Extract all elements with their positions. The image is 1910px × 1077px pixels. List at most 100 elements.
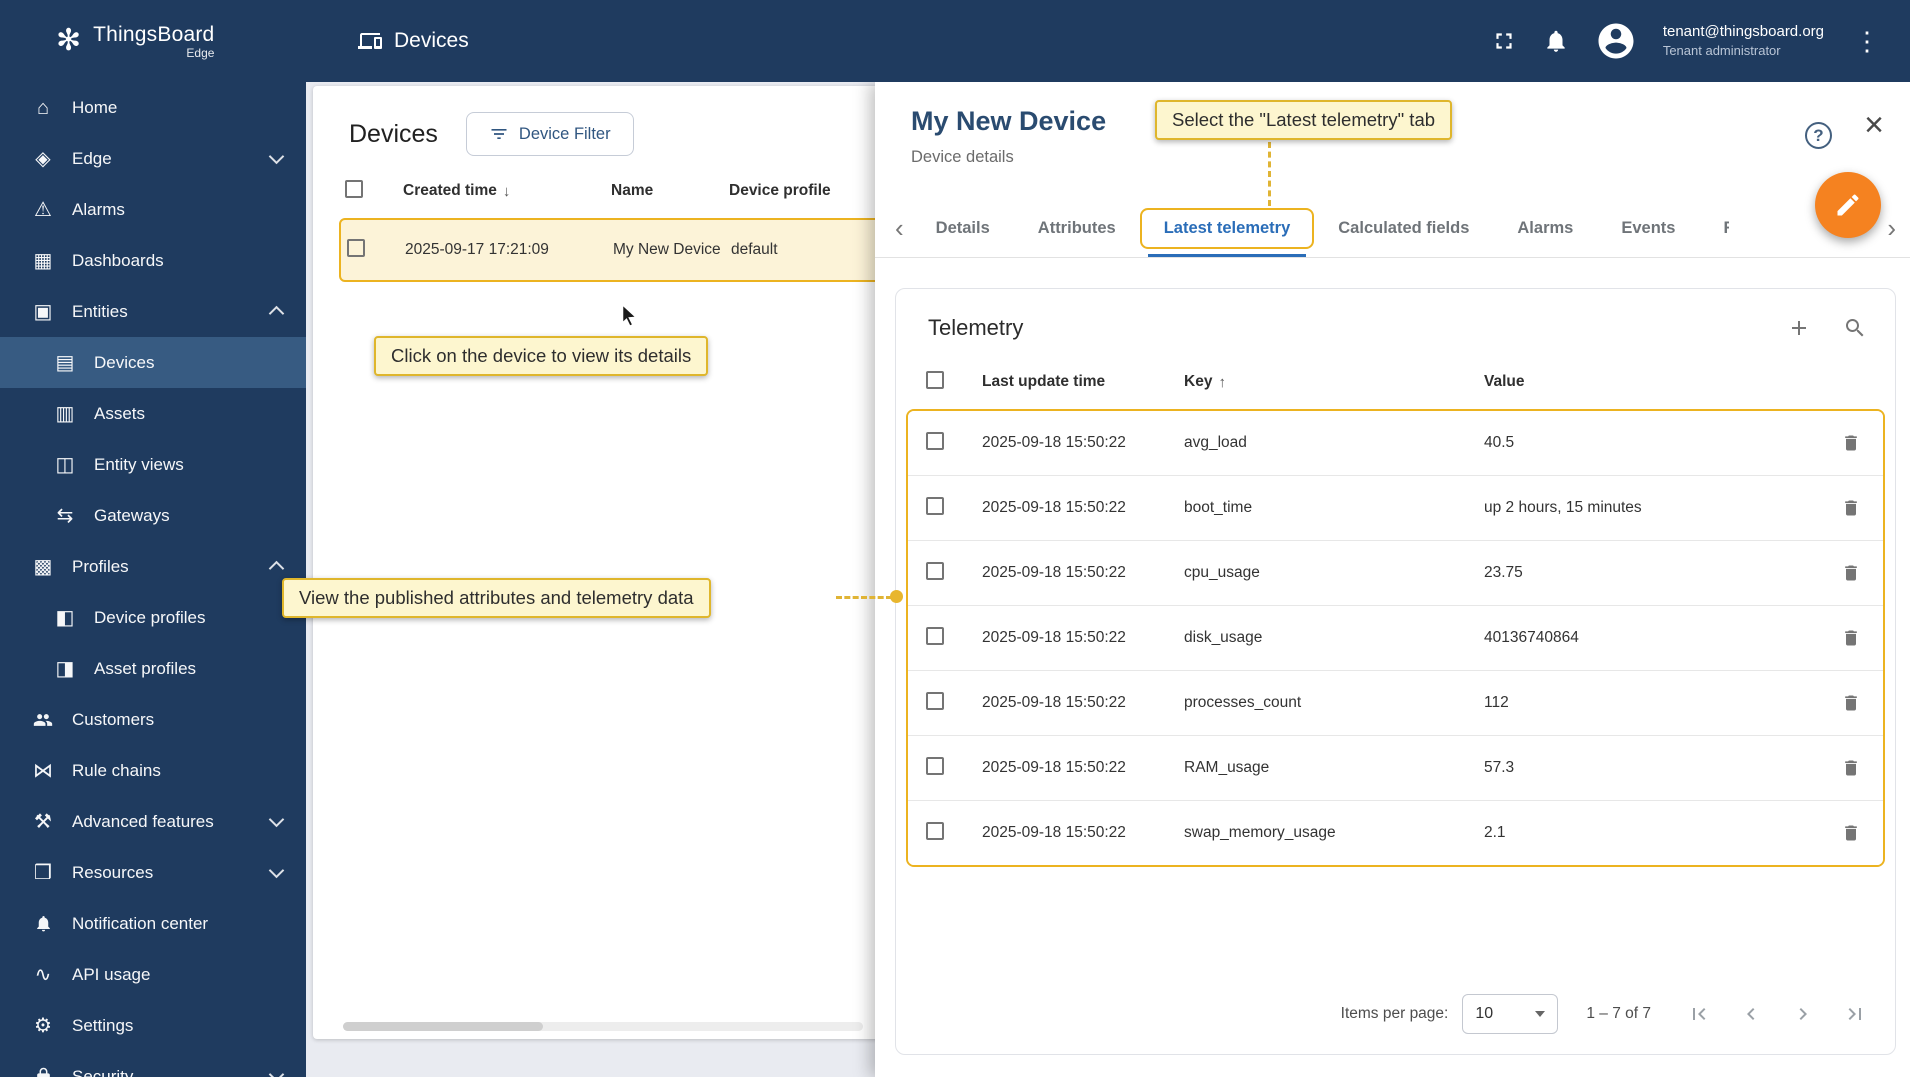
telemetry-key: swap_memory_usage [1184, 824, 1336, 841]
delete-button[interactable] [1837, 819, 1865, 847]
sidebar-item-customers[interactable]: Customers [0, 694, 306, 745]
tabs-forward-chevron-icon[interactable]: › [1879, 200, 1904, 257]
sidebar-item-asset-profiles[interactable]: ◨ Asset profiles [0, 643, 306, 694]
delete-button[interactable] [1837, 754, 1865, 782]
kebab-menu-icon[interactable]: ⋮ [1850, 26, 1884, 57]
sidebar-item-home[interactable]: ⌂ Home [0, 82, 306, 133]
telemetry-last-update: 2025-09-18 15:50:22 [982, 564, 1126, 581]
sidebar-item-resources[interactable]: ❒ Resources [0, 847, 306, 898]
sidebar-item-label: Home [72, 97, 118, 117]
sidebar-item-advanced-features[interactable]: ⚒ Advanced features [0, 796, 306, 847]
telemetry-last-update: 2025-09-18 15:50:22 [982, 434, 1126, 451]
last-page-icon [1848, 1008, 1861, 1020]
telemetry-last-update: 2025-09-18 15:50:22 [982, 629, 1126, 646]
sidebar-item-edge[interactable]: ◈ Edge [0, 133, 306, 184]
telemetry-row[interactable]: 2025-09-18 15:50:22 boot_time up 2 hours… [908, 476, 1883, 541]
select-all-checkbox[interactable] [926, 370, 944, 389]
sidebar-item-notification-center[interactable]: Notification center [0, 898, 306, 949]
tab-latest-telemetry[interactable]: Latest telemetry [1139, 208, 1315, 249]
row-checkbox[interactable] [926, 496, 944, 515]
column-last-update-time[interactable]: Last update time [982, 373, 1184, 391]
telemetry-row[interactable]: 2025-09-18 15:50:22 disk_usage 401367408… [908, 606, 1883, 671]
telemetry-key: RAM_usage [1184, 759, 1270, 776]
close-icon[interactable]: × [1864, 108, 1884, 142]
device-filter-label: Device Filter [518, 124, 611, 143]
select-all-checkbox[interactable] [345, 179, 363, 198]
help-button[interactable]: ? [1805, 122, 1832, 149]
user-avatar-button[interactable] [1595, 20, 1637, 62]
callout-connector-horizontal [836, 596, 892, 599]
horizontal-scrollbar[interactable] [343, 1022, 863, 1031]
column-label: Key [1184, 373, 1213, 390]
sidebar-item-gateways[interactable]: ⇆ Gateways [0, 490, 306, 541]
column-name[interactable]: Name [611, 182, 729, 200]
telemetry-row[interactable]: 2025-09-18 15:50:22 avg_load 40.5 [908, 411, 1883, 476]
resources-icon: ❒ [34, 861, 52, 884]
add-telemetry-button[interactable] [1787, 316, 1811, 340]
user-role: Tenant administrator [1662, 43, 1781, 59]
edit-fab-button[interactable] [1815, 172, 1881, 238]
telemetry-row[interactable]: 2025-09-18 15:50:22 processes_count 112 [908, 671, 1883, 736]
last-page-button[interactable] [1843, 1002, 1867, 1026]
device-filter-button[interactable]: Device Filter [465, 112, 634, 156]
fullscreen-button[interactable] [1491, 28, 1517, 54]
details-tabs: ‹ Details Attributes Latest telemetry Ca… [875, 200, 1910, 258]
tab-more-clipped[interactable]: Relations [1699, 209, 1729, 248]
row-checkbox[interactable] [926, 821, 944, 840]
device-table-row[interactable]: 2025-09-17 17:21:09 My New Device defaul… [341, 220, 897, 280]
telemetry-title: Telemetry [928, 315, 1024, 340]
sidebar-item-settings[interactable]: ⚙ Settings [0, 1000, 306, 1051]
delete-button[interactable] [1837, 689, 1865, 717]
sidebar-item-devices[interactable]: ▤ Devices [0, 337, 306, 388]
sidebar-item-assets[interactable]: ▥ Assets [0, 388, 306, 439]
search-icon [1846, 319, 1864, 337]
filter-icon [491, 129, 507, 139]
delete-button[interactable] [1837, 494, 1865, 522]
sidebar-item-api-usage[interactable]: ∿ API usage [0, 949, 306, 1000]
telemetry-row[interactable]: 2025-09-18 15:50:22 RAM_usage 57.3 [908, 736, 1883, 801]
tabs-back-chevron-icon[interactable]: ‹ [887, 200, 912, 257]
app-logo[interactable]: ✻ ThingsBoard Edge [0, 23, 306, 60]
row-checkbox[interactable] [347, 238, 365, 257]
tab-alarms[interactable]: Alarms [1493, 209, 1597, 248]
device-details-drawer: My New Device Device details ? × ‹ Detai… [875, 82, 1910, 1077]
telemetry-row[interactable]: 2025-09-18 15:50:22 swap_memory_usage 2.… [908, 801, 1883, 865]
column-value[interactable]: Value [1484, 373, 1831, 391]
callout-latest-telemetry-tab: Select the "Latest telemetry" tab [1155, 100, 1453, 140]
items-per-page-select[interactable]: 10 [1462, 994, 1559, 1034]
notifications-button[interactable] [1543, 28, 1569, 54]
first-page-button[interactable] [1687, 1002, 1711, 1026]
row-checkbox[interactable] [926, 626, 944, 645]
tab-attributes[interactable]: Attributes [1014, 209, 1140, 248]
sidebar-item-entity-views[interactable]: ◫ Entity views [0, 439, 306, 490]
sidebar-item-profiles[interactable]: ▩ Profiles [0, 541, 306, 592]
column-created-time[interactable]: Created time ↓ [403, 182, 611, 200]
row-checkbox[interactable] [926, 561, 944, 580]
next-page-button[interactable] [1791, 1002, 1815, 1026]
items-per-page-label: Items per page: [1340, 1005, 1449, 1022]
previous-page-button[interactable] [1739, 1002, 1763, 1026]
tab-calculated-fields[interactable]: Calculated fields [1314, 209, 1493, 248]
row-checkbox[interactable] [926, 691, 944, 710]
tab-events[interactable]: Events [1597, 209, 1699, 248]
delete-button[interactable] [1837, 559, 1865, 587]
row-checkbox[interactable] [926, 431, 944, 450]
delete-button[interactable] [1837, 624, 1865, 652]
tab-details[interactable]: Details [912, 209, 1014, 248]
column-key[interactable]: Key ↑ [1184, 373, 1484, 391]
page-title: Devices [358, 29, 469, 53]
search-button[interactable] [1843, 316, 1867, 340]
column-device-profile[interactable]: Device profile [729, 182, 889, 200]
telemetry-row[interactable]: 2025-09-18 15:50:22 cpu_usage 23.75 [908, 541, 1883, 606]
device-name: My New Device [613, 240, 721, 258]
sidebar-item-security[interactable]: Security [0, 1051, 306, 1077]
sidebar-item-device-profiles[interactable]: ◧ Device profiles [0, 592, 306, 643]
sidebar-item-rule-chains[interactable]: ⋈ Rule chains [0, 745, 306, 796]
sidebar-item-entities[interactable]: ▣ Entities [0, 286, 306, 337]
sidebar-item-dashboards[interactable]: ▦ Dashboards [0, 235, 306, 286]
api-usage-icon: ∿ [34, 963, 52, 986]
callout-connector-dot [890, 590, 903, 603]
sidebar-item-alarms[interactable]: ⚠ Alarms [0, 184, 306, 235]
row-checkbox[interactable] [926, 756, 944, 775]
delete-button[interactable] [1837, 429, 1865, 457]
